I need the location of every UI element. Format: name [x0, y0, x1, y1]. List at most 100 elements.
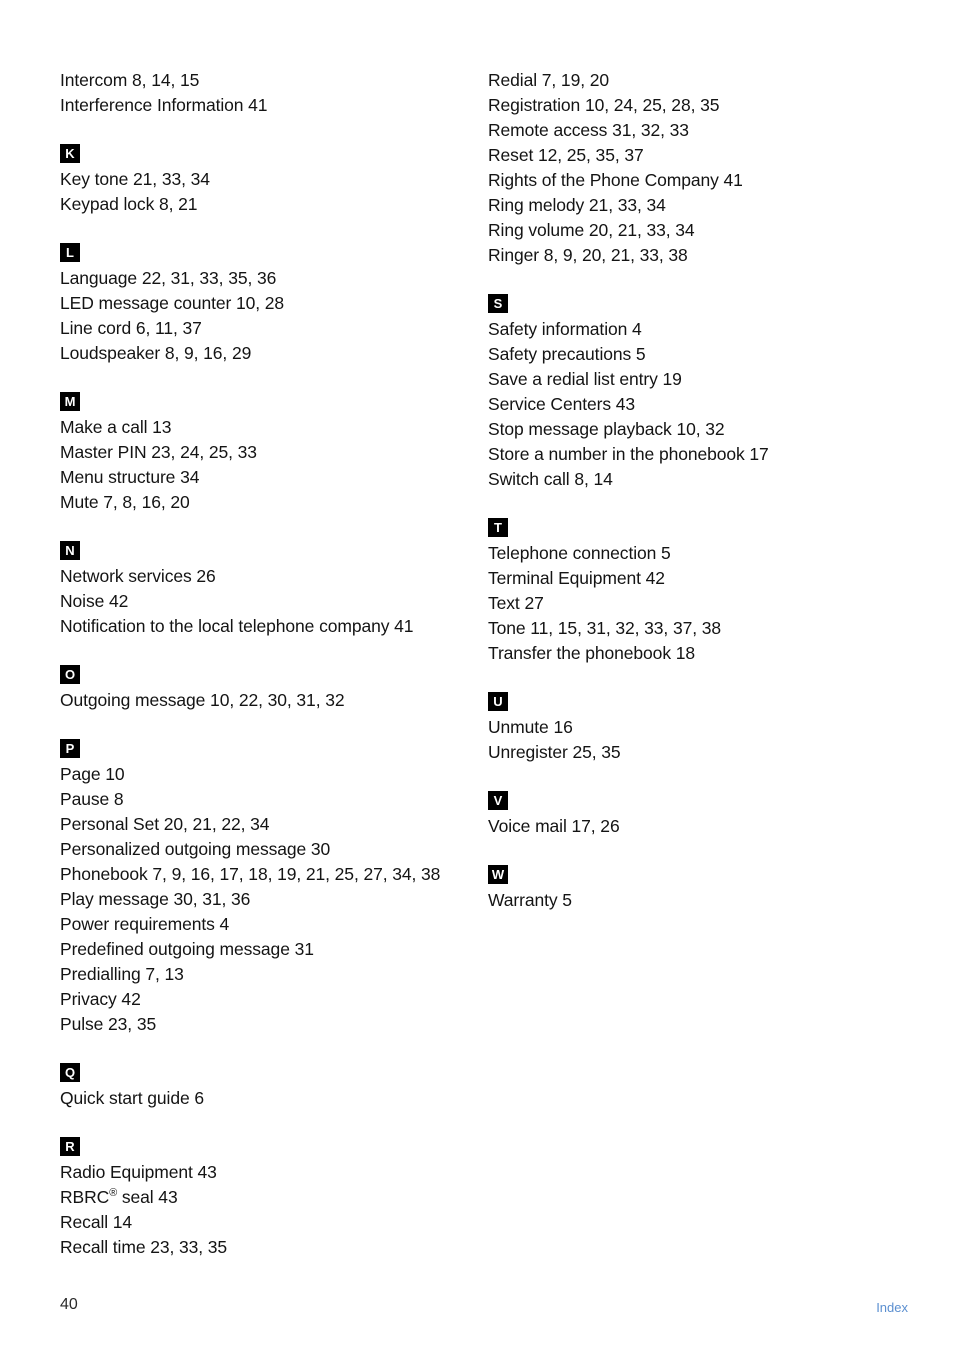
index-entry: LED message counter 10, 28	[60, 293, 285, 313]
letter-badge-q: Q	[60, 1063, 80, 1082]
index-entry: Notification to the local telephone comp…	[60, 616, 414, 636]
index-entry: Rights of the Phone Company 41	[488, 170, 743, 190]
index-entry: Menu structure 34	[60, 467, 200, 487]
page-footer: 40 Index	[0, 1286, 954, 1350]
index-entry: Privacy 42	[60, 989, 141, 1009]
index-entry: Safety precautions 5	[488, 344, 646, 364]
index-entry: Noise 42	[60, 591, 129, 611]
index-section-continued: Redial 7, 19, 20 Registration 10, 24, 25,…	[488, 68, 908, 268]
index-entry-list: Unmute 16 Unregister 25, 35	[488, 715, 908, 765]
letter-badge-r: R	[60, 1137, 80, 1156]
index-section-u: U Unmute 16 Unregister 25, 35	[488, 692, 908, 765]
index-entry: Intercom 8, 14, 15	[60, 70, 200, 90]
letter-badge-l: L	[60, 243, 80, 262]
index-columns: Intercom 8, 14, 15 Interference Informati…	[0, 68, 954, 1268]
index-entry-list: Redial 7, 19, 20 Registration 10, 24, 25,…	[488, 68, 908, 268]
index-entry-list: Language 22, 31, 33, 35, 36 LED message c…	[60, 266, 470, 366]
index-entry: Outgoing message 10, 22, 30, 31, 32	[60, 690, 345, 710]
index-section-t: T Telephone connection 5 Terminal Equipmen…	[488, 518, 908, 666]
index-entry: Redial 7, 19, 20	[488, 70, 609, 90]
index-entry: Play message 30, 31, 36	[60, 889, 251, 909]
index-page: Intercom 8, 14, 15 Interference Informati…	[0, 0, 954, 1350]
letter-badge-k: K	[60, 144, 80, 163]
index-entry: Predialling 7, 13	[60, 964, 184, 984]
index-entry-list: Warranty 5	[488, 888, 908, 913]
index-entry: Keypad lock 8, 21	[60, 194, 198, 214]
letter-badge-n: N	[60, 541, 80, 560]
index-entry: Page 10	[60, 764, 125, 784]
index-entry: Transfer the phonebook 18	[488, 643, 695, 663]
index-entry-list: Safety information 4 Safety precautions 5…	[488, 317, 908, 492]
index-entry-list: Radio Equipment 43 RBRC® seal 43 Recall 14…	[60, 1160, 470, 1260]
index-entry: Text 27	[488, 593, 544, 613]
index-section-o: O Outgoing message 10, 22, 30, 31, 32	[60, 665, 470, 713]
registered-trademark-mark: ®	[109, 1187, 118, 1200]
index-entry: Save a redial list entry 19	[488, 369, 682, 389]
letter-badge-s: S	[488, 294, 508, 313]
index-entry-list: Telephone connection 5 Terminal Equipment…	[488, 541, 908, 666]
index-entry: Line cord 6, 11, 37	[60, 318, 202, 338]
index-entry: Voice mail 17, 26	[488, 816, 620, 836]
index-entry: Phonebook 7, 9, 16, 17, 18, 19, 21, 25, …	[60, 864, 441, 884]
index-entry: Registration 10, 24, 25, 28, 35	[488, 95, 720, 115]
index-entry-list: Voice mail 17, 26	[488, 814, 908, 839]
index-section-continued: Intercom 8, 14, 15 Interference Informati…	[60, 68, 470, 118]
index-entry: Radio Equipment 43	[60, 1162, 217, 1182]
index-entry: Quick start guide 6	[60, 1088, 205, 1108]
index-entry: Recall 14	[60, 1212, 133, 1232]
index-section-s: S Safety information 4 Safety precautions …	[488, 294, 908, 492]
index-entry: Personalized outgoing message 30	[60, 839, 331, 859]
index-entry: Recall time 23, 33, 35	[60, 1237, 228, 1257]
index-entry: Remote access 31, 32, 33	[488, 120, 689, 140]
index-entry: Power requirements 4	[60, 914, 230, 934]
index-entry: Ring volume 20, 21, 33, 34	[488, 220, 695, 240]
index-entry-list: Key tone 21, 33, 34 Keypad lock 8, 21	[60, 167, 470, 217]
index-section-n: N Network services 26 Noise 42 Notification…	[60, 541, 470, 639]
index-entry: Interference Information 41	[60, 95, 268, 115]
page-number: 40	[60, 1296, 78, 1313]
letter-badge-o: O	[60, 665, 80, 684]
index-entry: Unmute 16	[488, 717, 573, 737]
index-entry: Make a call 13	[60, 417, 172, 437]
index-section-l: L Language 22, 31, 33, 35, 36 LED message …	[60, 243, 470, 366]
index-section-p: P Page 10 Pause 8 Personal Set 20, 21, 22, …	[60, 739, 470, 1037]
index-entry-list: Quick start guide 6	[60, 1086, 470, 1111]
index-entry: Reset 12, 25, 35, 37	[488, 145, 644, 165]
index-entry: RBRC® seal 43	[60, 1187, 178, 1207]
index-column-left: Intercom 8, 14, 15 Interference Informati…	[60, 68, 470, 1260]
index-entry: Predefined outgoing message 31	[60, 939, 314, 959]
index-entry: Ring melody 21, 33, 34	[488, 195, 666, 215]
index-entry: Switch call 8, 14	[488, 469, 613, 489]
index-entry: Safety information 4	[488, 319, 642, 339]
index-entry-list: Make a call 13 Master PIN 23, 24, 25, 33 M…	[60, 415, 470, 515]
index-section-v: V Voice mail 17, 26	[488, 791, 908, 839]
index-entry-list: Network services 26 Noise 42 Notification …	[60, 564, 470, 639]
index-section-k: K Key tone 21, 33, 34 Keypad lock 8, 21	[60, 144, 470, 217]
letter-badge-v: V	[488, 791, 508, 810]
index-entry: Mute 7, 8, 16, 20	[60, 492, 190, 512]
index-entry: Telephone connection 5	[488, 543, 671, 563]
index-entry: Store a number in the phonebook 17	[488, 444, 769, 464]
index-entry: Stop message playback 10, 32	[488, 419, 725, 439]
index-entry: Unregister 25, 35	[488, 742, 621, 762]
index-section-m: M Make a call 13 Master PIN 23, 24, 25, 33…	[60, 392, 470, 515]
index-entry-list: Intercom 8, 14, 15 Interference Informati…	[60, 68, 470, 118]
letter-badge-m: M	[60, 392, 80, 411]
index-column-right: Redial 7, 19, 20 Registration 10, 24, 25,…	[488, 68, 908, 913]
letter-badge-u: U	[488, 692, 508, 711]
index-entry: Personal Set 20, 21, 22, 34	[60, 814, 270, 834]
index-entry: Warranty 5	[488, 890, 572, 910]
index-section-r: R Radio Equipment 43 RBRC® seal 43 Recall 1…	[60, 1137, 470, 1260]
letter-badge-w: W	[488, 865, 508, 884]
letter-badge-p: P	[60, 739, 80, 758]
index-section-w: W Warranty 5	[488, 865, 908, 913]
index-entry: Terminal Equipment 42	[488, 568, 665, 588]
index-section-q: Q Quick start guide 6	[60, 1063, 470, 1111]
letter-badge-t: T	[488, 518, 508, 537]
index-entry: Master PIN 23, 24, 25, 33	[60, 442, 257, 462]
index-entry: Tone 11, 15, 31, 32, 33, 37, 38	[488, 618, 722, 638]
index-entry: Pulse 23, 35	[60, 1014, 157, 1034]
index-entry: Language 22, 31, 33, 35, 36	[60, 268, 277, 288]
index-entry: Network services 26	[60, 566, 216, 586]
index-entry: Service Centers 43	[488, 394, 636, 414]
